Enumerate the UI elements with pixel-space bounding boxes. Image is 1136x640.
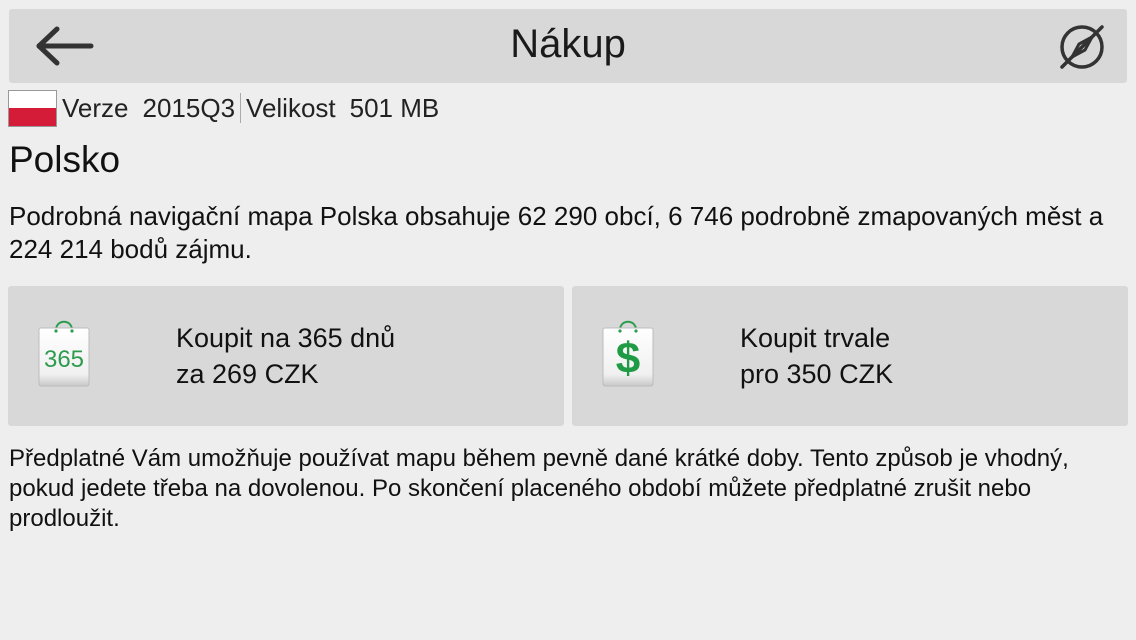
top-bar: Nákup bbox=[9, 9, 1127, 83]
back-button[interactable] bbox=[29, 19, 99, 73]
buy-permanent-title: Koupit trvale bbox=[740, 323, 891, 353]
buy-permanent-button[interactable]: $ Koupit trvale pro 350 CZK bbox=[572, 286, 1128, 426]
shopping-bag-dollar-icon: $ bbox=[602, 318, 654, 388]
gps-off-icon bbox=[1060, 25, 1104, 69]
subscription-note: Předplatné Vám umožňuje používat mapu bě… bbox=[9, 445, 1069, 532]
map-description: Podrobná navigační mapa Polska obsahuje … bbox=[9, 201, 1104, 264]
version-label: Verze bbox=[62, 92, 129, 123]
buy-365-price: za 269 CZK bbox=[176, 359, 319, 389]
bag-badge-dollar: $ bbox=[615, 334, 641, 383]
size-label: Velikost bbox=[246, 92, 336, 123]
buy-permanent-label: Koupit trvale pro 350 CZK bbox=[740, 320, 893, 392]
arrow-left-icon bbox=[36, 26, 94, 66]
buy-365-days-button[interactable]: 365 Koupit na 365 dnů za 269 CZK bbox=[8, 286, 564, 426]
country-name: Polsko bbox=[9, 139, 121, 180]
buy-365-title: Koupit na 365 dnů bbox=[176, 323, 396, 353]
gps-status-button[interactable] bbox=[1053, 18, 1111, 76]
poland-flag-icon bbox=[8, 89, 57, 127]
shopping-bag-365-icon: 365 bbox=[38, 318, 90, 388]
bag-badge-365: 365 bbox=[43, 346, 85, 373]
buy-permanent-price: pro 350 CZK bbox=[740, 359, 894, 389]
version-value: 2015Q3 bbox=[142, 92, 236, 123]
info-divider bbox=[240, 93, 242, 123]
size-value: 501 MB bbox=[349, 92, 440, 123]
map-info-row: Verze 2015Q3 Velikost 501 MB bbox=[8, 89, 439, 127]
page-title: Nákup bbox=[510, 22, 626, 66]
buy-365-label: Koupit na 365 dnů za 269 CZK bbox=[176, 320, 395, 392]
